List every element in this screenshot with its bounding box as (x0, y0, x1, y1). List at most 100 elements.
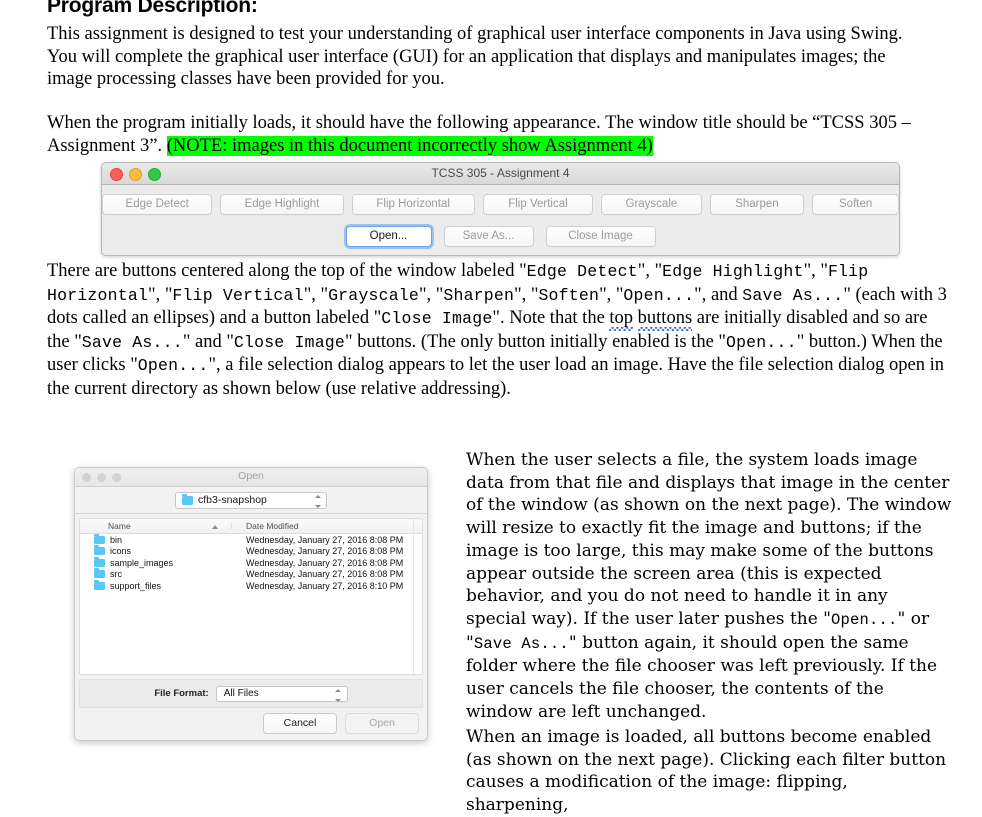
open-confirm-button[interactable]: Open (345, 713, 419, 734)
folder-icon (94, 533, 105, 544)
current-directory-label: cfb3-snapshop (198, 494, 267, 506)
label-soften: Soften (538, 285, 600, 305)
label-save-as-2: Save As... (81, 332, 183, 352)
label-save-as: Save As... (742, 285, 844, 305)
label-grayscale: Grayscale (328, 285, 419, 305)
spellcheck-word-buttons: buttons (637, 308, 693, 331)
paragraph-1-text: This assignment is designed to test your… (47, 24, 903, 90)
sharpen-button[interactable]: Sharpen (709, 194, 805, 215)
column-header-date-label: Date Modified (246, 521, 299, 531)
file-name-cell: icons (80, 545, 232, 557)
paragraph-file-selection-behavior: When the user selects a file, the system… (466, 449, 952, 723)
list-right-divider (413, 519, 414, 674)
sep-8: " and " (182, 331, 234, 352)
label-edge-detect: Edge Detect (526, 262, 638, 281)
column-header-date[interactable]: Date Modified (232, 521, 422, 531)
column-header-name-label: Name (108, 521, 131, 531)
file-name-cell: bin (80, 533, 232, 545)
paragraph-3-intro: There are buttons centered along the top… (47, 261, 527, 281)
flip-horizontal-button[interactable]: Flip Horizontal (351, 194, 475, 215)
label-open-2: Open... (725, 332, 797, 352)
file-format-label: File Format: (154, 688, 209, 699)
file-dialog-pathbar: cfb3-snapshop (75, 487, 427, 514)
file-format-row: File Format: All Files (79, 679, 423, 708)
rcol-para-2-text: When an image is loaded, all buttons bec… (466, 727, 947, 816)
directory-popup-button[interactable]: cfb3-snapshop (175, 491, 327, 509)
file-name-label: sample_images (110, 557, 174, 568)
flip-vertical-button[interactable]: Flip Vertical (482, 194, 594, 215)
document-page: Program Description: This assignment is … (0, 0, 982, 815)
app-window-titlebar: TCSS 305 - Assignment 4 (102, 163, 899, 185)
highlighted-note: (NOTE: images in this document incorrect… (166, 135, 653, 156)
table-row[interactable]: src Wednesday, January 27, 2016 8:08 PM (80, 568, 422, 581)
column-divider (231, 523, 232, 529)
file-list-header: Name Date Modified (80, 519, 422, 534)
label-flip-vertical: Flip Vertical (172, 285, 304, 305)
label-close-image: Close Image (381, 309, 493, 329)
file-dialog-title: Open (238, 470, 264, 482)
sep-7: ", " (599, 284, 624, 305)
action-button-row: Open... Save As... Close Image (102, 226, 899, 247)
label-close-image-2: Close Image (233, 332, 346, 352)
paragraph-button-list: There are buttons centered along the top… (47, 260, 949, 401)
folder-icon (94, 568, 105, 579)
sep-and: ", and (694, 284, 738, 305)
para-3-only: " buttons. (The only button initially en… (345, 331, 726, 352)
label-sharpen: Sharpen (443, 285, 515, 305)
sep-2: ", " (803, 261, 828, 281)
table-row[interactable]: support_files Wednesday, January 27, 201… (80, 579, 422, 592)
file-date-label: Wednesday, January 27, 2016 8:08 PM (246, 546, 404, 557)
chevron-updown-icon (335, 688, 342, 702)
paragraph-buttons-enabled: When an image is loaded, all buttons bec… (466, 726, 952, 817)
file-name-label: bin (110, 534, 123, 545)
folder-icon (94, 556, 105, 567)
table-row[interactable]: bin Wednesday, January 27, 2016 8:08 PM (80, 533, 422, 546)
file-date-label: Wednesday, January 27, 2016 8:08 PM (246, 569, 404, 580)
save-as-button[interactable]: Save As... (443, 226, 534, 247)
rcol-para-1-text: When the user selects a file, the system… (466, 450, 952, 629)
file-list[interactable]: Name Date Modified bin Wednesday, Januar… (79, 518, 423, 675)
file-date-label: Wednesday, January 27, 2016 8:08 PM (246, 557, 404, 568)
file-name-label: icons (110, 546, 132, 557)
paragraph-initial-appearance: When the program initially loads, it sho… (47, 112, 947, 157)
file-date-label: Wednesday, January 27, 2016 8:10 PM (246, 580, 404, 591)
paragraph-program-description: This assignment is designed to test your… (47, 23, 927, 91)
file-dialog-titlebar: Open (75, 468, 427, 487)
file-date-label: Wednesday, January 27, 2016 8:08 PM (246, 534, 404, 545)
file-name-label: support_files (110, 580, 162, 591)
filter-button-row: Edge Detect Edge Highlight Flip Horizont… (102, 194, 899, 215)
open-button[interactable]: Open... (345, 226, 432, 247)
soften-button[interactable]: Soften (812, 194, 899, 215)
close-image-button[interactable]: Close Image (545, 226, 656, 247)
file-name-cell: src (80, 568, 232, 580)
app-window-title: TCSS 305 - Assignment 4 (431, 166, 570, 180)
sep-1: ", " (637, 261, 663, 281)
edge-detect-button[interactable]: Edge Detect (102, 194, 213, 215)
folder-icon (94, 545, 105, 556)
file-format-value: All Files (223, 688, 259, 699)
label-save-as-3: Save As... (473, 634, 569, 653)
column-header-name[interactable]: Name (80, 521, 232, 531)
folder-icon (94, 579, 105, 590)
app-window-body: Edge Detect Edge Highlight Flip Horizont… (102, 185, 899, 255)
table-row[interactable]: sample_images Wednesday, January 27, 201… (80, 556, 422, 569)
table-row[interactable]: icons Wednesday, January 27, 2016 8:08 P… (80, 545, 422, 558)
sep-4: ", " (303, 284, 329, 305)
label-edge-highlight: Edge Highlight (662, 262, 804, 281)
label-open-3: Open... (137, 356, 209, 376)
app-window-mockup: TCSS 305 - Assignment 4 Edge Detect Edge… (101, 162, 900, 256)
file-format-select[interactable]: All Files (215, 685, 348, 702)
chevron-updown-icon (314, 494, 321, 508)
sep-3: ", " (148, 284, 173, 305)
file-name-cell: sample_images (80, 556, 232, 568)
grayscale-button[interactable]: Grayscale (601, 194, 702, 215)
page-title: Program Description: (47, 0, 258, 17)
label-open: Open... (623, 285, 695, 305)
label-open-4: Open... (831, 610, 898, 629)
para-3-note: ". Note that the (492, 308, 610, 329)
file-name-label: src (110, 569, 122, 580)
file-name-cell: support_files (80, 579, 232, 591)
file-dialog-actions: Cancel Open (263, 713, 419, 734)
cancel-button[interactable]: Cancel (263, 713, 337, 734)
edge-highlight-button[interactable]: Edge Highlight (220, 194, 344, 215)
